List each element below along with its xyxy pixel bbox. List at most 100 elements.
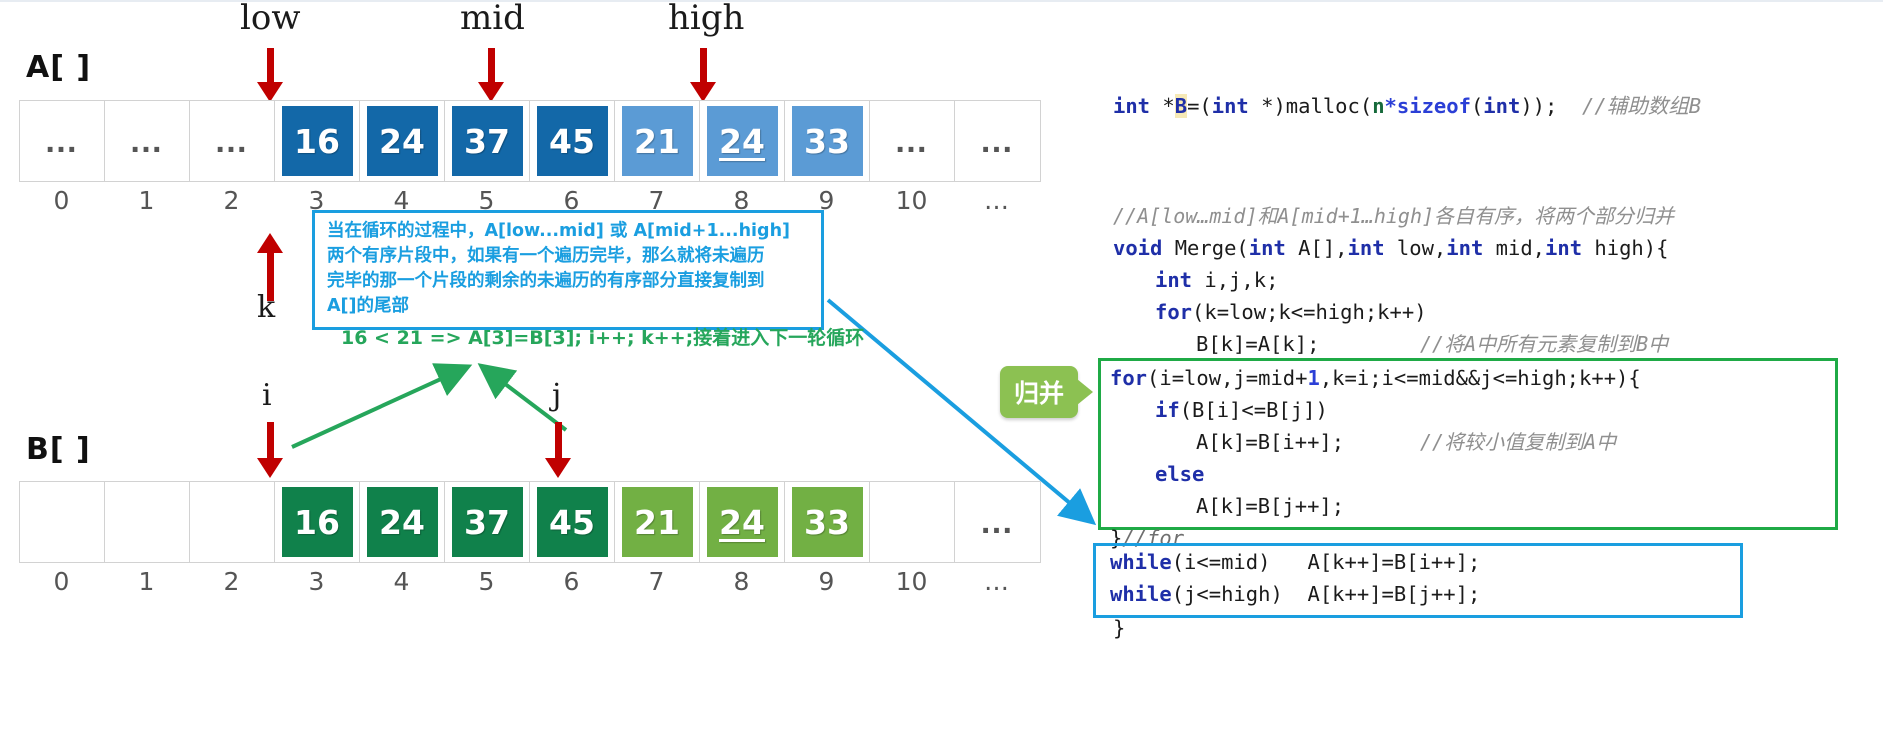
array-b-cell-11[interactable]: … [955,482,1040,562]
array-b-cell-2[interactable] [190,482,275,562]
ellipsis: … [129,122,165,160]
array-b-cell-8[interactable]: 24 [700,482,785,562]
literal-one: 1 [1307,366,1320,390]
arrow-high [690,48,716,102]
array-a-cell-5[interactable]: 37 [445,101,530,181]
blue-note-line-1: 当在循环的过程中，A[low...mid] 或 A[mid+1...high] [327,221,791,241]
value-chip: 37 [451,487,523,557]
code-line-for-copy: for(k=low;k<=high;k++) [1155,296,1427,328]
code-line-while-j: while(j<=high) A[k++]=B[j++]; [1110,578,1480,610]
array-a-cell-3[interactable]: 16 [275,101,360,181]
index-label: 10 [895,567,928,596]
code-text: mid, [1483,236,1546,260]
ellipsis: … [214,122,250,160]
index-label: … [984,186,1009,215]
keyword-if: if [1155,398,1180,422]
code-text: *)malloc( [1248,94,1373,118]
code-line-assign-j: A[k]=B[j++]; [1196,490,1344,522]
code-line-assign-i: A[k]=B[i++]; [1196,426,1344,458]
arrow-i [257,422,283,478]
code-text: (i<=mid) [1171,550,1271,574]
blue-note-line-4: A[]的尾部 [327,296,410,316]
code-line-if: if(B[i]<=B[j]) [1155,394,1328,426]
index-label: 5 [478,567,495,596]
code-line-signature: void Merge(int A[],int low,int mid,int h… [1113,232,1668,264]
index-label: … [984,567,1009,596]
array-b-cell-1[interactable] [105,482,190,562]
code-text: )); [1520,94,1570,118]
comment-copy-body: //将A中所有元素复制到B中 [1420,332,1669,356]
array-b-label: B[ ] [26,432,91,467]
keyword-int: int [1211,94,1249,118]
keyword-for: for [1110,366,1148,390]
array-a-cell-6[interactable]: 45 [530,101,615,181]
index-label: 1 [138,186,155,215]
ellipsis: … [894,122,930,160]
code-text: Merge( [1162,236,1249,260]
array-a-cell-0[interactable]: … [20,101,105,181]
code-text: i,j,k; [1192,268,1279,292]
comment-assign-i: //将较小值复制到A中 [1420,430,1617,454]
arrow-mid [478,48,504,102]
code-line-for-merge: for(i=low,j=mid+1,k=i;i<=mid&&j<=high;k+… [1110,362,1641,394]
value-chip: 24 [366,106,438,176]
code-text: ,k=i;i<=mid&&j<=high;k++){ [1319,366,1641,390]
code-text: (k=low;k<=high;k++) [1192,300,1427,324]
value-chip: 21 [621,487,693,557]
diagram-canvas: A[ ] low mid high … … … 16 24 37 45 21 2… [0,0,1883,729]
array-b-cell-7[interactable]: 21 [615,482,700,562]
arrow-j [545,422,571,478]
code-text: A[], [1285,236,1348,260]
array-b-cell-6[interactable]: 45 [530,482,615,562]
keyword-int: int [1155,268,1193,292]
array-a-cell-4[interactable]: 24 [360,101,445,181]
code-text: (B[i]<=B[j]) [1179,398,1328,422]
index-label: 7 [648,567,665,596]
code-text: A[k]=B[i++]; [1196,430,1345,454]
array-b-cell-10[interactable] [870,482,955,562]
keyword-int: int [1113,94,1151,118]
code-line-malloc: int *B=(int *)malloc(n*sizeof(int)); //辅… [1113,90,1701,122]
array-b-cell-4[interactable]: 24 [360,482,445,562]
index-label: 2 [223,186,240,215]
array-a-cell-9[interactable]: 33 [785,101,870,181]
blue-note-box: 当在循环的过程中，A[low...mid] 或 A[mid+1...high] … [312,210,824,330]
array-a-cell-8[interactable]: 24 [700,101,785,181]
index-label: 1 [138,567,155,596]
code-text: * [1384,94,1397,118]
array-a: … … … 16 24 37 45 21 24 33 … … 0 1 2 3 4… [19,100,1041,215]
index-label: 9 [818,567,835,596]
merge-tag-label: 归并 [1000,366,1079,418]
code-text: * [1150,94,1175,118]
array-b-cell-9[interactable]: 33 [785,482,870,562]
value-chip: 45 [536,106,608,176]
code-line-copy-body: B[k]=A[k]; [1196,328,1319,360]
pointer-label-i: i [262,378,272,413]
keyword-int: int [1483,94,1521,118]
value-chip: 37 [451,106,523,176]
code-text: =( [1187,94,1212,118]
array-b: 16 24 37 45 21 24 33 … 0 1 2 3 4 5 6 7 8… [19,481,1041,596]
arrow-low [257,48,283,102]
var-n: n [1372,94,1385,118]
array-b-cell-5[interactable]: 37 [445,482,530,562]
value-chip-underlined: 24 [706,487,778,557]
index-label: 10 [895,186,928,215]
array-a-cell-2[interactable]: … [190,101,275,181]
code-text: A[k]=B[j++]; [1196,494,1345,518]
pointer-label-k: k [257,290,276,325]
code-text: A[k++]=B[i++]; [1270,550,1481,574]
green-equation-text: 16 < 21 => A[3]=B[3]; i++; k++;接着进入下一轮循环 [341,327,865,349]
array-b-cell-3[interactable]: 16 [275,482,360,562]
blue-note-line-2: 两个有序片段中，如果有一个遍历完毕，那么就将未遍历 [327,246,765,266]
array-a-cell-11[interactable]: … [955,101,1040,181]
index-label: 2 [223,567,240,596]
array-b-cell-0[interactable] [20,482,105,562]
array-a-cell-10[interactable]: … [870,101,955,181]
code-text: B[k]=A[k]; [1196,332,1320,356]
index-label: 3 [308,567,325,596]
array-a-cell-7[interactable]: 21 [615,101,700,181]
value-chip: 16 [281,106,353,176]
array-a-cell-1[interactable]: … [105,101,190,181]
pointer-label-j: j [552,378,562,413]
